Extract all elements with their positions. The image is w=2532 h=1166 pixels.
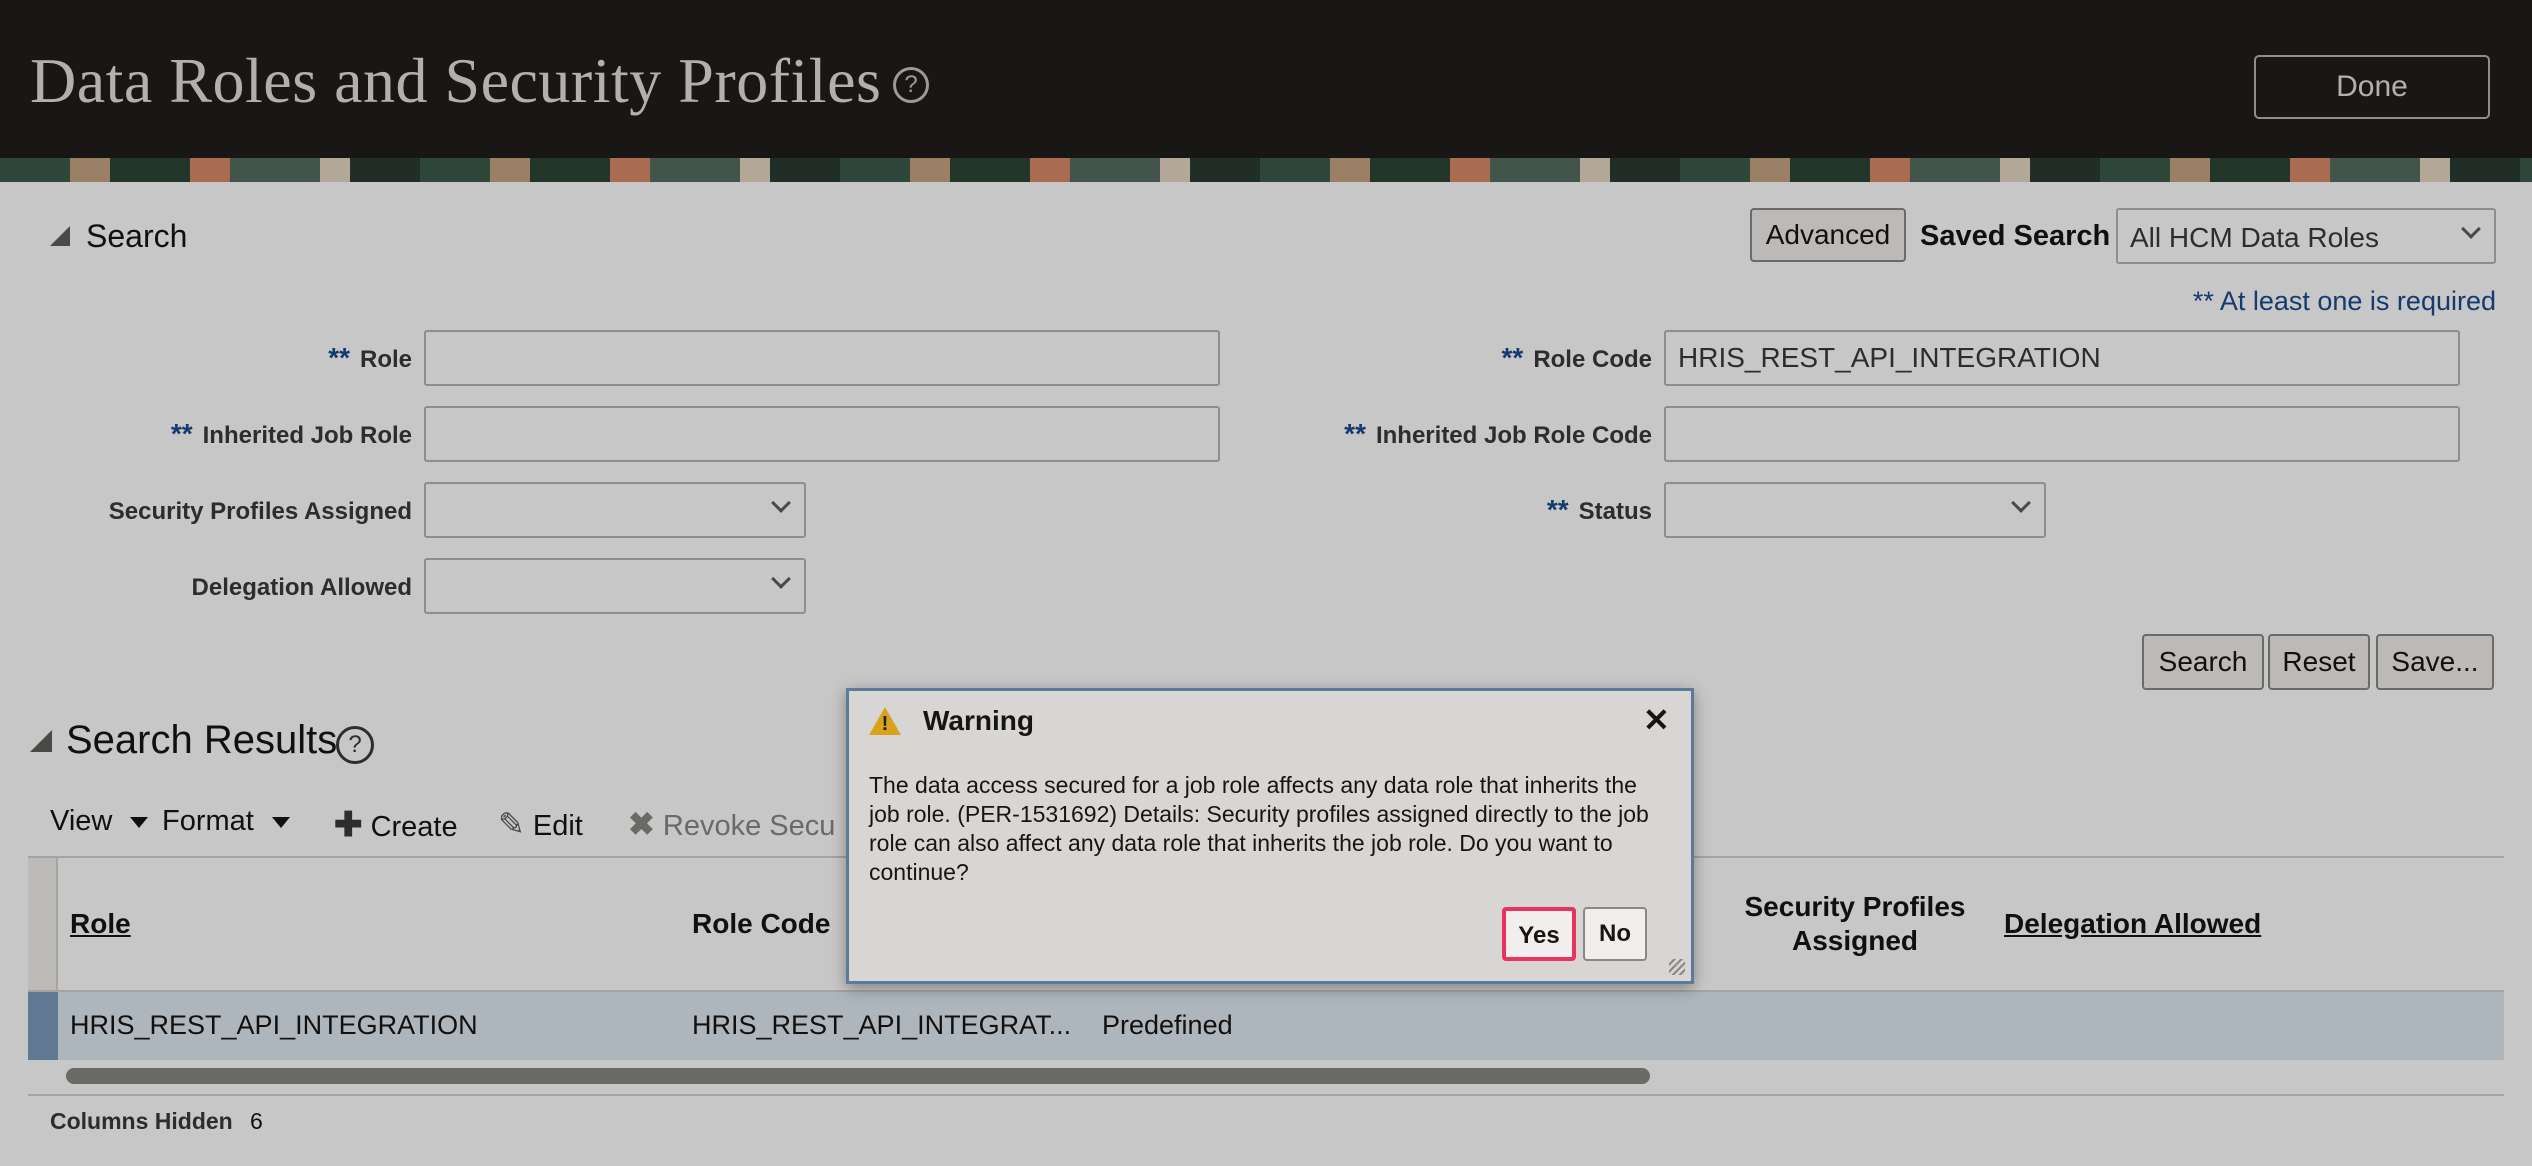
no-button[interactable]: No	[1583, 907, 1647, 961]
warning-icon-mark: !	[881, 713, 889, 735]
dialog-message: The data access secured for a job role a…	[869, 772, 1649, 885]
warning-dialog: ! Warning ✕ The data access secured for …	[846, 688, 1694, 984]
dialog-title: Warning	[923, 705, 1034, 736]
resize-grip-icon[interactable]	[1669, 959, 1685, 975]
close-icon[interactable]: ✕	[1643, 701, 1670, 739]
modal-overlay	[0, 0, 2532, 1166]
yes-button[interactable]: Yes	[1502, 907, 1576, 961]
